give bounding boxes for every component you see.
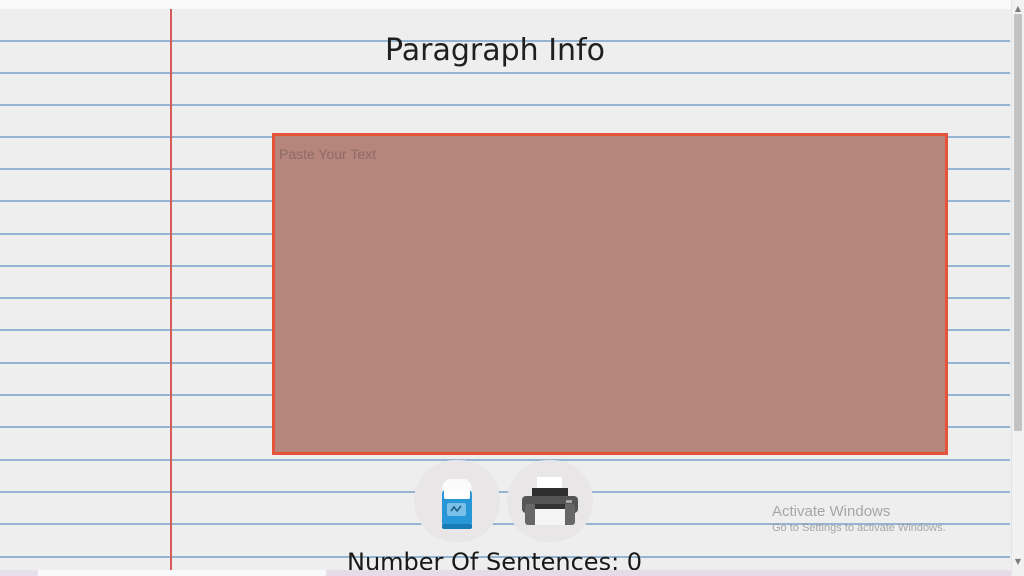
chevron-down-icon[interactable]: ▼ bbox=[1014, 558, 1022, 566]
ruled-line bbox=[0, 459, 1010, 461]
print-button[interactable] bbox=[507, 460, 593, 542]
chevron-up-icon[interactable]: ▲ bbox=[1014, 5, 1022, 13]
bottom-border bbox=[0, 570, 1011, 576]
ruled-line bbox=[0, 104, 1010, 106]
printer-icon bbox=[522, 477, 578, 525]
text-input-area[interactable] bbox=[272, 133, 948, 455]
eraser-icon bbox=[442, 479, 472, 529]
ruled-line bbox=[0, 523, 1010, 525]
notebook-page: Paragraph Info Number Of Sentences: 0 Ac… bbox=[0, 0, 1024, 576]
clear-text-button[interactable] bbox=[414, 460, 500, 542]
ruled-line bbox=[0, 491, 1010, 493]
vertical-scrollbar[interactable]: ▲ ▼ bbox=[1011, 0, 1024, 576]
red-margin-line bbox=[170, 9, 172, 576]
page-title: Paragraph Info bbox=[385, 33, 605, 69]
ruled-line bbox=[0, 72, 1010, 74]
scrollbar-thumb[interactable] bbox=[1014, 14, 1022, 431]
